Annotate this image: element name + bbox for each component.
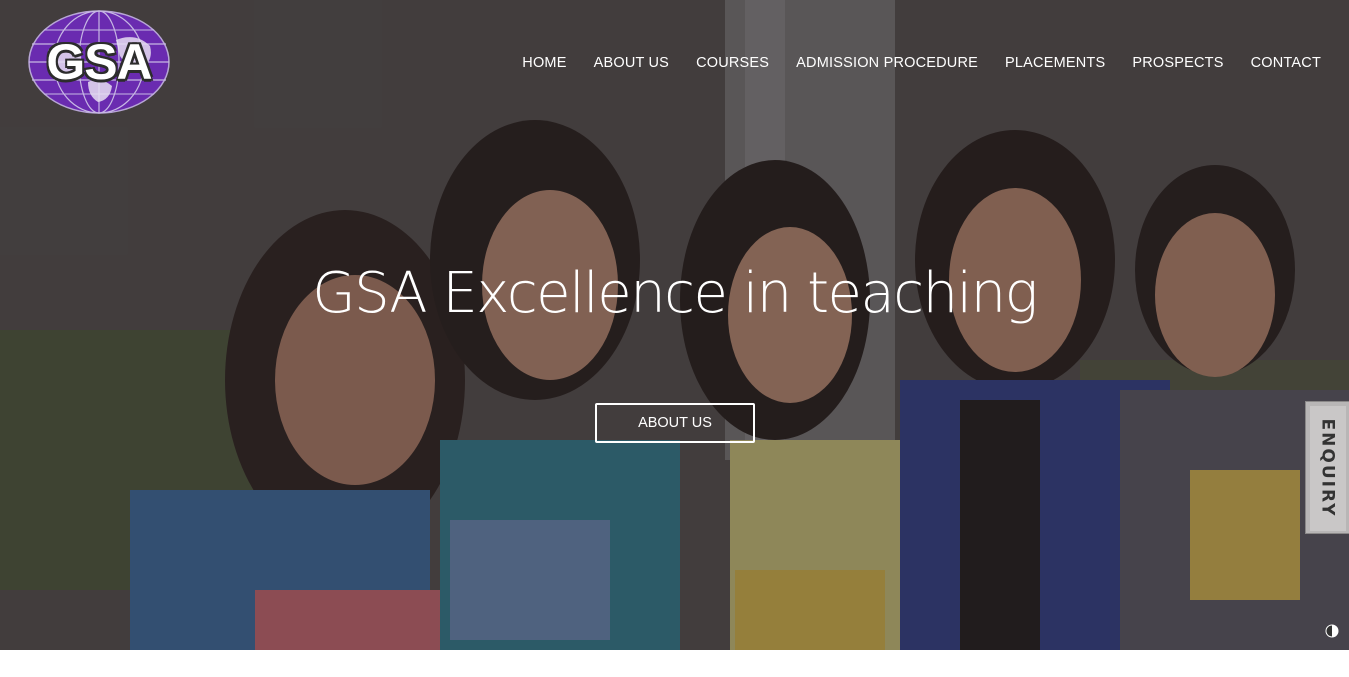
nav-courses[interactable]: COURSES [696, 52, 769, 74]
hero-headline: GSA Excellence in teaching [312, 261, 1038, 326]
nav-about-us[interactable]: ABOUT US [594, 52, 669, 74]
gsa-logo[interactable]: GSA [28, 10, 170, 114]
enquiry-tab[interactable]: ENQUIRY [1305, 401, 1349, 534]
logo-text: GSA [46, 34, 152, 90]
main-nav: HOME ABOUT US COURSES ADMISSION PROCEDUR… [495, 52, 1321, 74]
nav-placements[interactable]: PLACEMENTS [1005, 52, 1105, 74]
nav-admission-procedure[interactable]: ADMISSION PROCEDURE [796, 52, 978, 74]
half-circle-icon[interactable] [1324, 623, 1340, 639]
nav-contact[interactable]: CONTACT [1251, 52, 1321, 74]
about-us-button[interactable]: ABOUT US [595, 403, 755, 443]
nav-home[interactable]: HOME [522, 52, 566, 74]
enquiry-label: ENQUIRY [1317, 418, 1338, 517]
nav-prospects[interactable]: PROSPECTS [1132, 52, 1223, 74]
